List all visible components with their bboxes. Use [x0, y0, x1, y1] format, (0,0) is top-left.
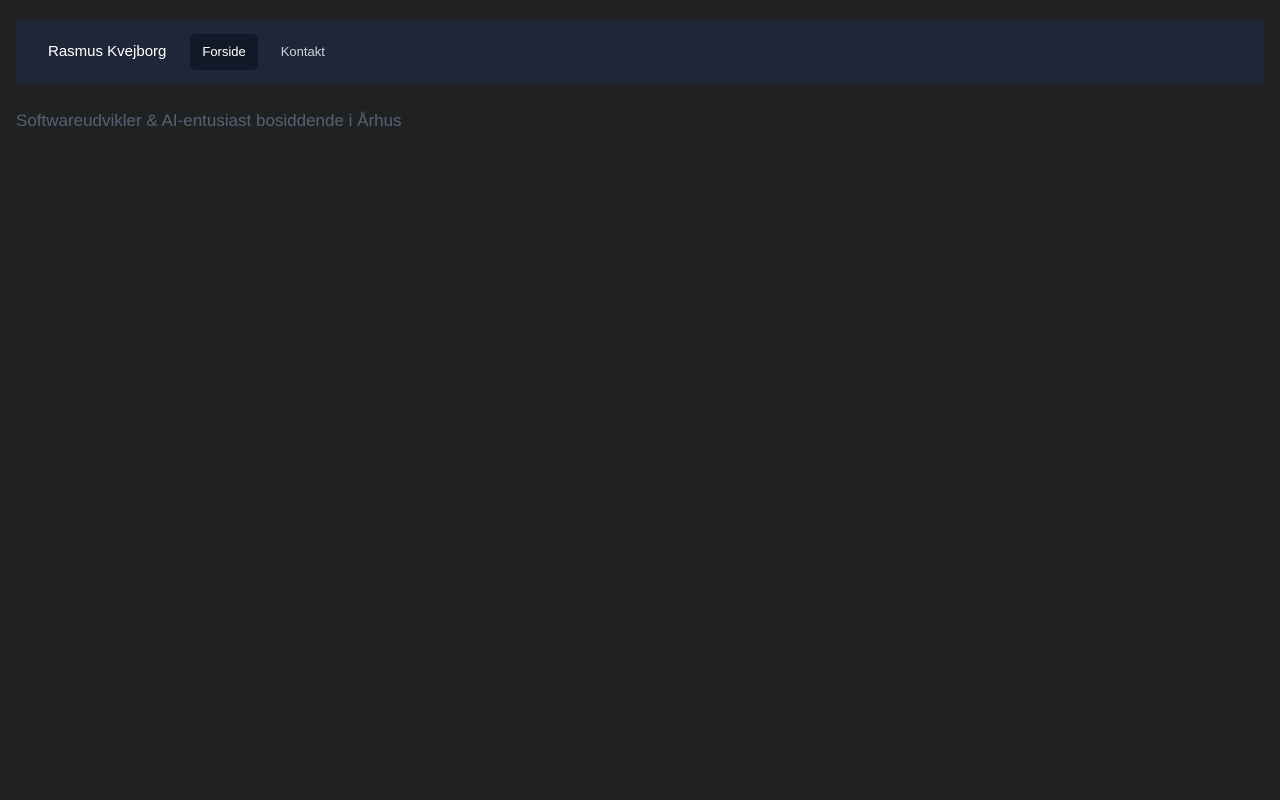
nav-links: Forside Kontakt: [190, 33, 337, 70]
brand-link[interactable]: Rasmus Kvejborg: [48, 43, 166, 60]
top-navbar: Rasmus Kvejborg Forside Kontakt: [16, 20, 1264, 83]
nav-link-forside[interactable]: Forside: [190, 33, 258, 70]
nav-link-kontakt[interactable]: Kontakt: [269, 34, 337, 70]
tagline: Softwareudvikler & AI-entusiast bosidden…: [16, 111, 402, 130]
